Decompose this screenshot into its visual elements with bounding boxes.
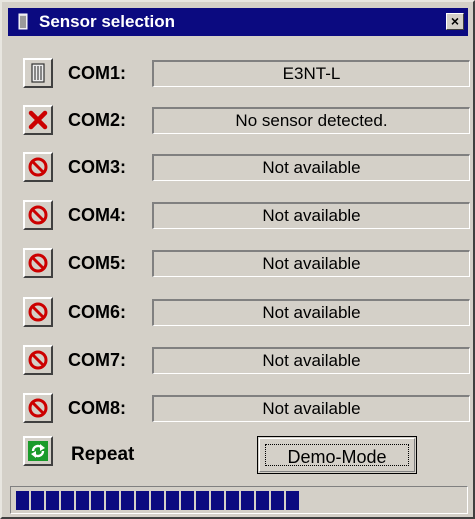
port-status-field: Not available <box>152 202 470 229</box>
port-label: COM5: <box>68 253 126 273</box>
progress-block <box>121 491 134 510</box>
progress-block <box>211 491 224 510</box>
progress-bar <box>10 486 468 514</box>
progress-block <box>46 491 59 510</box>
progress-block <box>166 491 179 510</box>
port-status-button[interactable] <box>23 248 53 278</box>
port-label: COM1: <box>68 63 126 83</box>
port-status-button[interactable] <box>23 105 53 135</box>
progress-block <box>256 491 269 510</box>
close-button[interactable]: × <box>446 13 464 30</box>
progress-block <box>196 491 209 510</box>
progress-block <box>226 491 239 510</box>
com-port-row: COM6: Not available <box>23 297 473 329</box>
repeat-button[interactable] <box>23 436 53 466</box>
no-entry-icon <box>28 350 48 370</box>
port-label: COM4: <box>68 205 126 225</box>
port-status-button[interactable] <box>23 297 53 327</box>
progress-block <box>136 491 149 510</box>
port-status-button[interactable] <box>23 393 53 423</box>
progress-block <box>181 491 194 510</box>
progress-block <box>106 491 119 510</box>
progress-block <box>31 491 44 510</box>
com-port-row: COM3: Not available <box>23 152 473 184</box>
com-port-row: COM1: E3NT-L <box>23 58 473 90</box>
com-port-row: COM4: Not available <box>23 200 473 232</box>
port-status-button[interactable] <box>23 58 53 88</box>
no-entry-icon <box>28 398 48 418</box>
port-status-field: Not available <box>152 299 470 326</box>
port-label: COM7: <box>68 350 126 370</box>
com-port-row: COM8: Not available <box>23 393 473 425</box>
com-port-row: COM5: Not available <box>23 248 473 280</box>
title-bar[interactable]: Sensor selection × <box>8 8 468 36</box>
no-entry-icon <box>28 253 48 273</box>
no-entry-icon <box>28 157 48 177</box>
port-status-field: Not available <box>152 347 470 374</box>
progress-block <box>16 491 29 510</box>
repeat-label: Repeat <box>71 444 135 465</box>
window-title: Sensor selection <box>39 12 176 31</box>
sensor-icon <box>18 13 28 30</box>
port-status-field: Not available <box>152 250 470 277</box>
sensor-selection-window: Sensor selection × COM1: E3NT-L COM2: No se… <box>0 0 475 519</box>
progress-block <box>61 491 74 510</box>
port-status-button[interactable] <box>23 200 53 230</box>
no-entry-icon <box>28 302 48 322</box>
port-label: COM8: <box>68 398 126 418</box>
port-status-button[interactable] <box>23 152 53 182</box>
progress-block <box>76 491 89 510</box>
port-status-button[interactable] <box>23 345 53 375</box>
progress-block <box>151 491 164 510</box>
port-status-field: Not available <box>152 154 470 181</box>
port-label: COM6: <box>68 302 126 322</box>
port-status-field: No sensor detected. <box>152 107 470 134</box>
port-status-field: E3NT-L <box>152 60 470 87</box>
sensor-icon <box>31 63 45 83</box>
progress-block <box>271 491 284 510</box>
com-port-row: COM7: Not available <box>23 345 473 377</box>
com-port-row: COM2: No sensor detected. <box>23 105 473 137</box>
port-status-field: Not available <box>152 395 470 422</box>
progress-block <box>91 491 104 510</box>
port-label: COM2: <box>68 110 126 130</box>
progress-block <box>286 491 299 510</box>
no-entry-icon <box>28 205 48 225</box>
progress-block <box>241 491 254 510</box>
refresh-icon <box>28 441 48 461</box>
demo-mode-button[interactable]: Demo-Mode <box>257 436 417 474</box>
port-label: COM3: <box>68 157 126 177</box>
red-x-icon <box>28 110 48 130</box>
demo-mode-label: Demo-Mode <box>265 444 409 467</box>
progress-fill <box>16 491 299 510</box>
